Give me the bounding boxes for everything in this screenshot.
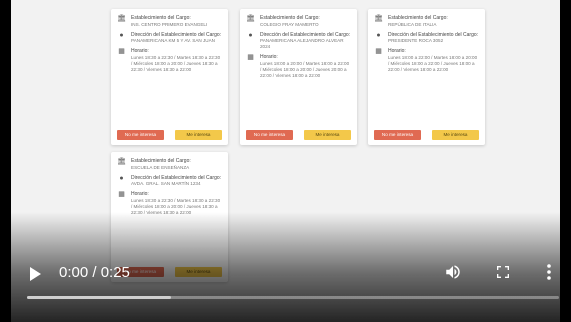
address-value: PANAMERICANA ALEJANDRO ALVEAR 2024 [260, 38, 344, 49]
establishment-row: 🏛 Establecimiento del Cargo: INS. CENTRO… [117, 15, 222, 28]
card-actions: No me interesa Me interesa [374, 130, 479, 140]
schedule-value: Lunes 18:30 a 22:30 / Martes 18:30 a 22:… [131, 54, 221, 72]
location-pin-icon: ● [119, 31, 124, 39]
establishment-row: 🏛 Establecimiento del Cargo: COLEGIO FRA… [246, 15, 351, 28]
schedule-row: ▦ Horario: Lunes 18:30 a 22:30 / Martes … [117, 48, 222, 73]
not-interested-button[interactable]: No me interesa [374, 130, 421, 140]
offer-card: 🏛 Establecimiento del Cargo: REPÚBLICA D… [368, 9, 485, 145]
progress-buffered [27, 296, 171, 299]
address-value: AVDA. GRAL. SAN MARTÍN 1234 [131, 181, 201, 186]
establishment-value: ESCUELA DE ENSEÑANZA [131, 164, 190, 170]
school-icon: 🏛 [374, 15, 383, 22]
progress-bar[interactable] [27, 296, 559, 299]
schedule-row: ▦ Horario: Lunes 18:00 a 22:00 / Martes … [374, 48, 479, 73]
card-actions: No me interesa Me interesa [246, 130, 351, 140]
card-actions: No me interesa Me interesa [117, 130, 222, 140]
schedule-row: ▦ Horario: Lunes 18:00 a 20:00 / Martes … [246, 54, 351, 79]
interested-button[interactable]: Me interesa [432, 130, 479, 140]
establishment-value: REPÚBLICA DE ITALIA [388, 21, 437, 27]
establishment-row: 🏛 Establecimiento del Cargo: ESCUELA DE … [117, 158, 222, 171]
establishment-value: COLEGIO FRAY MAMERTO [260, 21, 319, 27]
establishment-value: INS. CENTRO PRIMERO EVANGELI [131, 21, 208, 27]
interested-button[interactable]: Me interesa [304, 130, 351, 140]
schedule-value: Lunes 18:00 a 22:00 / Martes 18:00 a 20:… [388, 54, 478, 72]
fullscreen-icon[interactable] [495, 264, 511, 280]
video-player[interactable]: 🏛 Establecimiento del Cargo: INS. CENTRO… [0, 0, 571, 322]
calendar-icon: ▦ [375, 48, 382, 55]
location-pin-icon: ● [248, 31, 253, 39]
offer-card: 🏛 Establecimiento del Cargo: INS. CENTRO… [111, 9, 228, 145]
calendar-icon: ▦ [118, 48, 125, 55]
school-icon: 🏛 [246, 15, 255, 22]
address-row: ● Dirección del Establecimiento del Carg… [374, 32, 479, 45]
more-options-icon[interactable] [546, 263, 552, 281]
calendar-icon: ▦ [247, 54, 254, 61]
address-value: PRESIDENTE ROCA 3052 [388, 38, 444, 43]
establishment-row: 🏛 Establecimiento del Cargo: REPÚBLICA D… [374, 15, 479, 28]
location-pin-icon: ● [119, 174, 124, 182]
schedule-value: Lunes 18:00 a 20:00 / Martes 18:00 a 22:… [260, 60, 350, 78]
address-row: ● Dirección del Establecimiento del Carg… [117, 175, 222, 188]
address-row: ● Dirección del Establecimiento del Carg… [246, 32, 351, 51]
school-icon: 🏛 [117, 158, 126, 165]
not-interested-button[interactable]: No me interesa [117, 130, 164, 140]
address-value: PANAMERICANA KM 5 Y AV. SAN JUAN [131, 38, 215, 43]
calendar-icon: ▦ [118, 191, 125, 198]
not-interested-button[interactable]: No me interesa [246, 130, 293, 140]
time-display: 0:00 / 0:25 [59, 264, 130, 281]
location-pin-icon: ● [376, 31, 381, 39]
address-row: ● Dirección del Establecimiento del Carg… [117, 32, 222, 45]
interested-button[interactable]: Me interesa [175, 130, 222, 140]
school-icon: 🏛 [117, 15, 126, 22]
volume-icon[interactable] [444, 263, 462, 281]
offer-card: 🏛 Establecimiento del Cargo: COLEGIO FRA… [240, 9, 357, 145]
play-icon[interactable] [30, 267, 41, 281]
